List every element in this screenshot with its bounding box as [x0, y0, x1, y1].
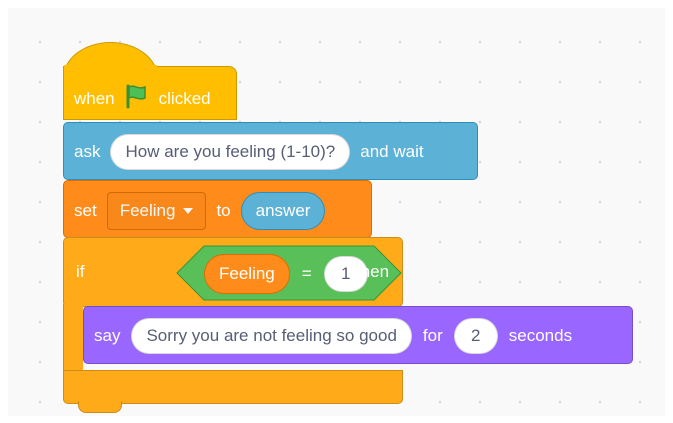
variable-dropdown[interactable]: Feeling — [106, 192, 207, 230]
if-block-connector — [78, 401, 122, 413]
hat-block-joint — [64, 65, 157, 71]
for-label: for — [422, 326, 443, 345]
feeling-variable-reporter[interactable]: Feeling — [204, 254, 290, 294]
to-label: to — [216, 201, 231, 220]
duration-input[interactable]: 2 — [453, 318, 498, 354]
clicked-label: clicked — [158, 88, 211, 108]
if-block-arm — [63, 304, 83, 374]
say-label: say — [94, 326, 121, 345]
if-block-bottom — [63, 370, 403, 404]
seconds-label: seconds — [508, 326, 573, 345]
question-input[interactable]: How are you feeling (1-10)? — [110, 134, 351, 170]
then-label: then — [356, 262, 390, 281]
say-for-seconds-block[interactable]: say Sorry you are not feeling so good fo… — [83, 306, 633, 364]
set-variable-block[interactable]: set Feeling to answer — [63, 180, 372, 238]
code-workspace[interactable]: when clicked ask How are you feeling (1-… — [8, 8, 665, 416]
ask-and-wait-block[interactable]: ask How are you feeling (1-10)? and wait — [63, 122, 478, 180]
when-label: when — [74, 88, 115, 108]
and-wait-label: and wait — [360, 142, 424, 161]
caret-down-icon — [183, 208, 194, 214]
green-flag-icon — [123, 82, 151, 115]
if-label: if — [76, 262, 85, 281]
ask-label: ask — [74, 142, 101, 161]
equals-sign: = — [301, 264, 312, 283]
when-flag-clicked-block[interactable]: when clicked — [63, 66, 237, 120]
answer-reporter[interactable]: answer — [240, 192, 326, 230]
message-input[interactable]: Sorry you are not feeling so good — [131, 318, 412, 354]
if-then-block[interactable]: if Feeling = 1 then — [63, 237, 403, 307]
set-label: set — [74, 201, 97, 220]
variable-dropdown-label: Feeling — [119, 201, 176, 220]
